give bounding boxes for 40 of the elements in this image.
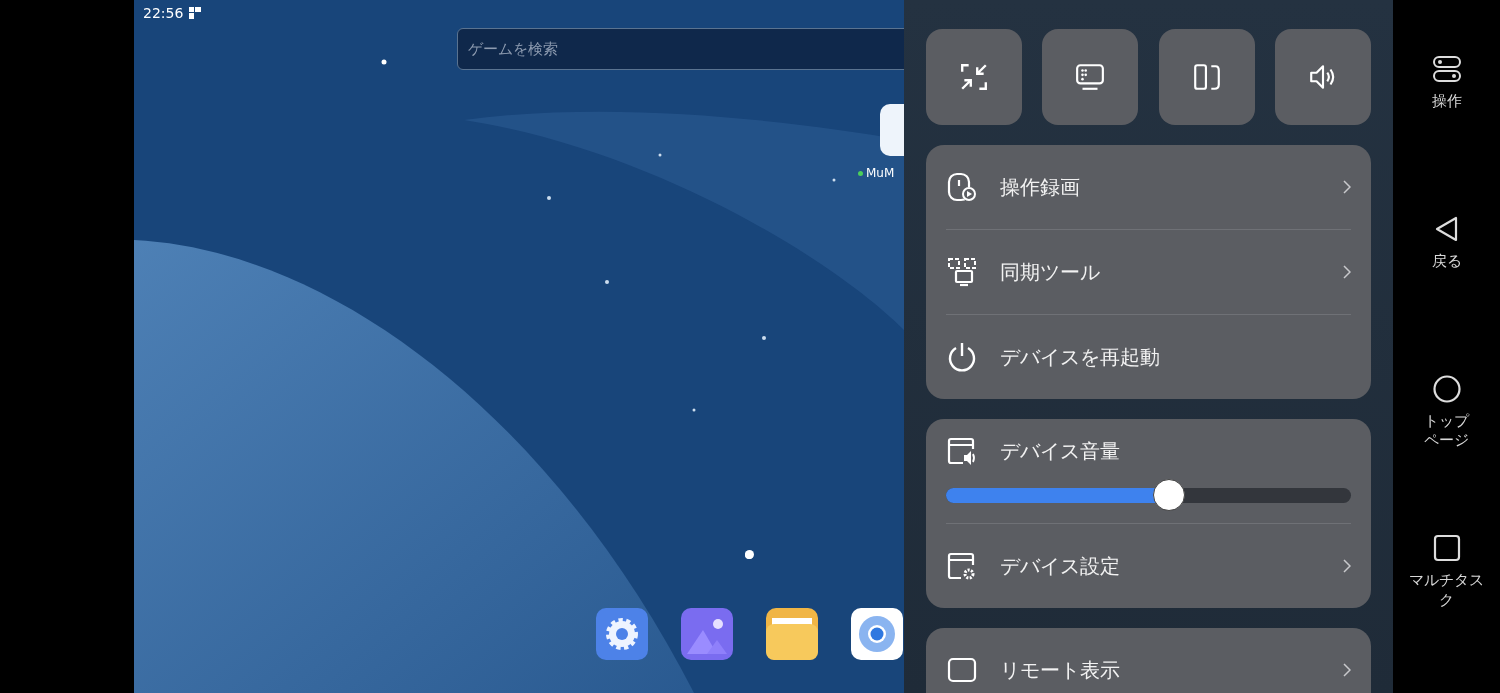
nav-label[interactable]: 操作	[1406, 92, 1487, 112]
shrink-button[interactable]	[926, 29, 1022, 125]
menu-item-label[interactable]: 操作録画	[1000, 173, 1343, 201]
status-time: 22:56	[143, 5, 184, 21]
chevron-icon	[1343, 265, 1351, 279]
menu-item-label[interactable]: デバイス音量	[1000, 437, 1351, 465]
nav-label[interactable]: 戻る	[1406, 251, 1487, 272]
page-indicator-icon	[745, 550, 754, 559]
record-icon	[946, 171, 978, 203]
chevron-icon	[1343, 559, 1351, 573]
picture-icon[interactable]	[681, 608, 733, 660]
screens-icon	[946, 256, 978, 288]
nav-label[interactable]: トップページ	[1420, 411, 1473, 451]
browser-icon[interactable]	[851, 608, 903, 660]
menu-item-label[interactable]: リモート表示	[1000, 656, 1343, 684]
recent-apps-icon[interactable]	[1431, 533, 1462, 564]
chevron-icon	[1343, 180, 1351, 194]
home-icon[interactable]	[1431, 373, 1462, 404]
volume-slider[interactable]	[946, 479, 1351, 511]
speaker-window-icon	[946, 435, 978, 467]
chevron-icon	[1343, 663, 1351, 677]
gear-icon[interactable]	[596, 608, 648, 660]
monitor-icon	[1075, 62, 1106, 92]
menu-item-label[interactable]: 同期ツール	[1000, 258, 1343, 286]
search-field[interactable]: ゲームを検索	[457, 28, 904, 70]
display-button[interactable]	[1042, 29, 1139, 125]
nav-label[interactable]: マルチタスク	[1404, 571, 1489, 611]
toggles-icon[interactable]	[1431, 54, 1462, 84]
app-label: MuM	[866, 166, 895, 180]
rotate-screen-icon	[1191, 62, 1222, 92]
shrink-arrows-icon	[959, 62, 989, 92]
folder-icon[interactable]	[766, 608, 818, 660]
status-dot-icon	[858, 170, 863, 176]
rotate-button[interactable]	[1158, 29, 1255, 125]
menu-item-label[interactable]: デバイスを再起動	[1000, 343, 1351, 371]
slider-thumb[interactable]	[1152, 479, 1185, 511]
menu-item-label[interactable]: デバイス設定	[1000, 552, 1343, 580]
power-icon	[946, 341, 978, 373]
grid-icon	[189, 7, 202, 19]
volume-button[interactable]	[1275, 29, 1371, 125]
